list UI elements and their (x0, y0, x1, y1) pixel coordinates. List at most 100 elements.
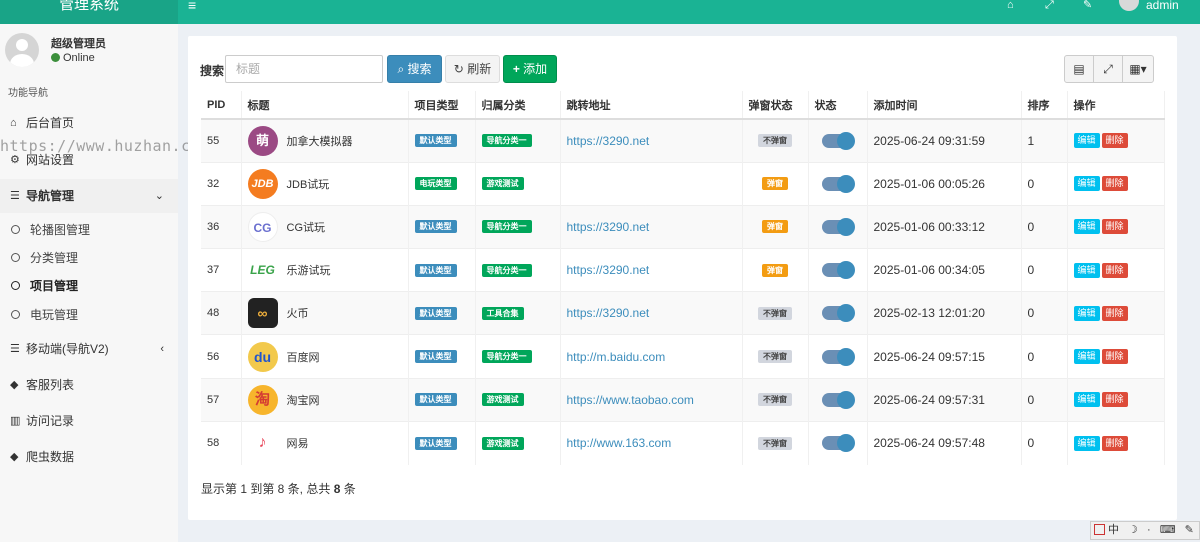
columns-icon[interactable]: ▦▾ (1123, 56, 1153, 82)
fullscreen-icon[interactable]: ⤢ (1045, 0, 1054, 11)
category-badge: 导航分类一 (481, 350, 532, 364)
col-pid[interactable]: PID (201, 91, 242, 120)
col-popup[interactable]: 弹窗状态 (742, 91, 809, 120)
col-type[interactable]: 项目类型 (408, 91, 476, 120)
url-link[interactable]: https://3290.net (567, 220, 650, 234)
table-row[interactable]: 36 CG CG试玩 默认类型 导航分类一 https://3290.net 弹窗 2025-… (201, 204, 1165, 249)
menu-toggle-icon[interactable]: ≡ (188, 0, 196, 12)
edit-button[interactable]: 编辑 (1073, 133, 1100, 149)
sidebar-item-nav-management[interactable]: ☰ 导航管理 ⌄ (0, 179, 178, 213)
sidebar-subitem-arcade[interactable]: 电玩管理 (0, 301, 178, 329)
home-icon[interactable]: ⌂ (1007, 0, 1014, 11)
cell-actions: 编辑 删除 (1067, 291, 1165, 335)
status-toggle[interactable] (821, 131, 855, 150)
user-menu[interactable]: admin (1146, 0, 1179, 11)
cell-time: 2025-02-13 12:01:20 (867, 291, 1022, 335)
database-icon: ☰ (10, 190, 20, 202)
search-input[interactable] (225, 55, 383, 83)
status-toggle[interactable] (821, 390, 855, 409)
table-row[interactable]: 32 JDB JDB试玩 电玩类型 游戏测试 弹窗 2025-01-06 00:05:26 0… (201, 161, 1165, 206)
col-sort[interactable]: 排序 (1021, 91, 1068, 120)
delete-button[interactable]: 删除 (1101, 305, 1128, 321)
edit-button[interactable]: 编辑 (1073, 176, 1100, 192)
project-logo: ♪ (247, 428, 278, 459)
cell-title: ∞ 火币 (241, 291, 409, 335)
edit-button[interactable]: 编辑 (1073, 262, 1100, 278)
cell-sort: 0 (1021, 291, 1068, 335)
avatar[interactable] (1119, 0, 1139, 11)
table-row[interactable]: 56 du 百度网 默认类型 导航分类一 http://m.baidu.com 不弹窗 202… (201, 334, 1165, 379)
table-row[interactable]: 57 淘淘宝网 默认类型 游戏测试 https://www.taobao.com 不弹窗 2… (201, 377, 1165, 422)
url-link[interactable]: https://www.taobao.com (567, 393, 694, 407)
cell-category: 游戏测试 (475, 161, 561, 206)
url-link[interactable]: https://3290.net (567, 306, 650, 320)
edit-button[interactable]: 编辑 (1073, 349, 1100, 365)
ime-toolbar[interactable]: 中 ☽ · ⌨ ✎ ✿ (1090, 521, 1200, 540)
url-link[interactable]: https://3290.net (567, 263, 650, 277)
col-time[interactable]: 添加时间 (867, 91, 1022, 120)
popup-badge: 弹窗 (762, 220, 788, 234)
cell-category: 导航分类一 (475, 204, 561, 249)
url-link[interactable]: http://m.baidu.com (567, 350, 666, 364)
chevron-down-icon: ⌄ (154, 190, 164, 202)
wrench-icon[interactable]: ✎ (1083, 0, 1092, 11)
type-badge: 默认类型 (414, 134, 457, 148)
search-button[interactable]: ⌕ 搜索 (387, 55, 442, 83)
delete-button[interactable]: 删除 (1101, 219, 1128, 235)
url-link[interactable]: http://www.163.com (567, 436, 672, 450)
sidebar-subitem-carousel[interactable]: 轮播图管理 (0, 216, 178, 244)
circle-icon (11, 281, 20, 290)
delete-button[interactable]: 删除 (1101, 262, 1128, 278)
status-toggle[interactable] (821, 347, 855, 366)
status-toggle[interactable] (821, 174, 855, 193)
chevron-left-icon: ‹ (160, 343, 164, 355)
edit-button[interactable]: 编辑 (1073, 392, 1100, 408)
table-row[interactable]: 48 ∞ 火币 默认类型 工具合集 https://3290.net 不弹窗 2025-02-… (201, 291, 1165, 335)
sidebar-item-crawler[interactable]: ◆ 爬虫数据 (0, 440, 178, 474)
cell-status (808, 291, 868, 335)
sidebar-item-label: 后台首页 (26, 116, 75, 130)
fullscreen-icon[interactable]: ⤢ (1094, 56, 1123, 82)
sidebar-subitem-category[interactable]: 分类管理 (0, 244, 178, 272)
url-link[interactable]: https://3290.net (567, 134, 650, 148)
sidebar-item-home[interactable]: ⌂ 后台首页 (0, 106, 178, 140)
status-toggle[interactable] (821, 217, 855, 236)
project-title: 网易 (286, 438, 309, 451)
delete-button[interactable]: 删除 (1101, 435, 1128, 451)
card-view-icon[interactable]: ▤ (1065, 56, 1094, 82)
col-status[interactable]: 状态 (808, 91, 868, 120)
sidebar-item-mobile-nav[interactable]: ☰ 移动端(导航V2) ‹ (0, 332, 178, 366)
col-title[interactable]: 标题 (241, 91, 409, 120)
scrollbar[interactable] (1186, 24, 1200, 521)
status-toggle[interactable] (821, 434, 855, 453)
sidebar-item-visits[interactable]: ▥ 访问记录 (0, 404, 178, 438)
edit-button[interactable]: 编辑 (1073, 305, 1100, 321)
project-table: PID 标题 项目类型 归属分类 跳转地址 弹窗状态 状态 添加时间 排序 操作… (201, 91, 1165, 465)
add-button[interactable]: + 添加 (503, 55, 557, 83)
cell-sort: 0 (1021, 377, 1068, 422)
cell-url: https://3290.net (560, 248, 743, 292)
table-row[interactable]: 55 萌加拿大模拟器 默认类型 导航分类一 https://3290.net 不弹窗 202… (201, 118, 1165, 163)
sidebar-item-service[interactable]: ◆ 客服列表 (0, 368, 178, 402)
cell-popup: 不弹窗 (742, 291, 809, 335)
cell-popup: 不弹窗 (742, 118, 809, 163)
cell-time: 2025-01-06 00:34:05 (867, 248, 1022, 292)
status-toggle[interactable] (821, 261, 855, 280)
delete-button[interactable]: 删除 (1101, 349, 1128, 365)
col-url[interactable]: 跳转地址 (560, 91, 743, 120)
delete-button[interactable]: 删除 (1101, 176, 1128, 192)
delete-button[interactable]: 删除 (1101, 392, 1128, 408)
type-badge: 默认类型 (414, 220, 457, 234)
cell-title: CG CG试玩 (241, 204, 409, 249)
tags-icon: ◆ (10, 451, 19, 463)
col-category[interactable]: 归属分类 (475, 91, 561, 120)
edit-button[interactable]: 编辑 (1073, 219, 1100, 235)
status-toggle[interactable] (821, 304, 855, 323)
delete-button[interactable]: 删除 (1101, 133, 1128, 149)
table-row[interactable]: 37 LEG 乐游试玩 默认类型 导航分类一 https://3290.net 弹窗 2025… (201, 248, 1165, 292)
edit-button[interactable]: 编辑 (1073, 435, 1100, 451)
cell-status (808, 118, 868, 163)
refresh-button[interactable]: ↻ 刷新 (445, 55, 500, 83)
sidebar-subitem-projects[interactable]: 项目管理 (0, 272, 178, 300)
table-row[interactable]: 58 ♪ 网易 默认类型 游戏测试 http://www.163.com 不弹窗 2025-0… (201, 420, 1165, 465)
